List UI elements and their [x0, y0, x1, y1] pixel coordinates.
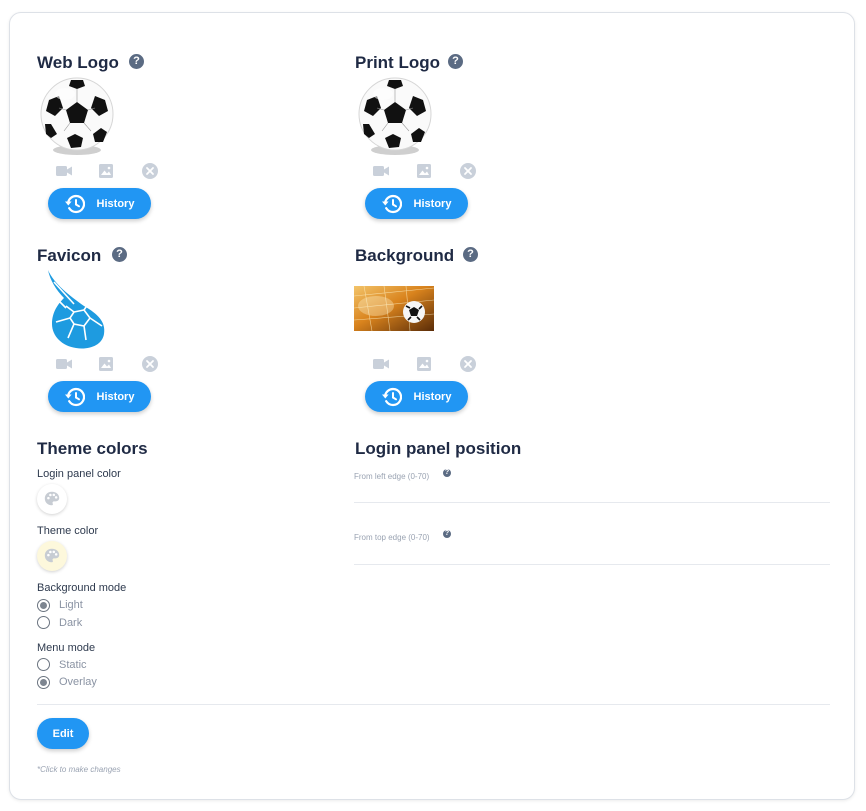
image-icon[interactable]	[99, 164, 113, 178]
video-icon[interactable]	[373, 165, 389, 177]
background-history-button[interactable]: History	[365, 381, 468, 412]
edit-hint: *Click to make changes	[37, 765, 121, 774]
history-button-label: History	[413, 390, 452, 403]
from-left-edge-label: From left edge (0-70)	[354, 472, 430, 481]
history-button-label: History	[96, 390, 135, 403]
print-logo-title: Print Logo	[355, 53, 440, 72]
help-icon[interactable]	[112, 247, 127, 262]
background-title: Background	[355, 246, 455, 265]
history-button-label: History	[413, 197, 452, 210]
history-icon	[382, 194, 402, 214]
palette-icon	[43, 490, 61, 508]
help-icon[interactable]	[448, 54, 463, 69]
background-mode-label: Background mode	[37, 582, 127, 594]
from-left-edge-underline	[354, 502, 830, 503]
menu-mode-static-radio[interactable]	[37, 658, 50, 671]
from-top-edge-label: From top edge (0-70)	[354, 533, 430, 542]
theme-colors-title: Theme colors	[37, 439, 148, 458]
from-top-edge-input[interactable]	[354, 546, 830, 562]
login-panel-color-swatch[interactable]	[37, 484, 67, 514]
favicon-history-button[interactable]: History	[48, 381, 151, 412]
background-mode-light-label: Light	[59, 599, 83, 611]
from-top-edge-underline	[354, 564, 830, 565]
web-logo-image	[37, 76, 117, 156]
video-icon[interactable]	[373, 358, 389, 370]
palette-icon	[43, 547, 61, 565]
image-icon[interactable]	[99, 357, 113, 371]
history-icon	[65, 194, 85, 214]
favicon-image	[48, 270, 105, 349]
menu-mode-overlay-label: Overlay	[59, 676, 97, 688]
menu-mode-label: Menu mode	[37, 642, 96, 654]
web-logo-history-button[interactable]: History	[48, 188, 151, 219]
theme-color-label: Theme color	[37, 525, 99, 537]
close-circle-icon[interactable]	[142, 356, 158, 372]
close-circle-icon[interactable]	[142, 163, 158, 179]
from-left-edge-input[interactable]	[354, 484, 830, 500]
background-mode-light-radio[interactable]	[37, 599, 50, 612]
login-panel-position-title: Login panel position	[355, 439, 522, 458]
print-logo-image	[355, 76, 435, 156]
theme-color-swatch[interactable]	[37, 541, 67, 571]
help-icon[interactable]	[443, 530, 451, 538]
background-mode-dark-label: Dark	[59, 617, 83, 629]
help-icon[interactable]	[443, 469, 451, 477]
video-icon[interactable]	[56, 358, 72, 370]
favicon-title: Favicon	[37, 246, 102, 265]
menu-mode-static-label: Static	[59, 659, 87, 671]
footer-divider	[37, 704, 830, 705]
help-icon[interactable]	[129, 54, 144, 69]
background-image	[354, 286, 434, 331]
history-icon	[382, 387, 402, 407]
close-circle-icon[interactable]	[460, 163, 476, 179]
history-icon	[65, 387, 85, 407]
print-logo-history-button[interactable]: History	[365, 188, 468, 219]
web-logo-title: Web Logo	[37, 53, 119, 72]
close-circle-icon[interactable]	[460, 356, 476, 372]
image-icon[interactable]	[417, 164, 431, 178]
video-icon[interactable]	[56, 165, 72, 177]
image-icon[interactable]	[417, 357, 431, 371]
login-panel-color-label: Login panel color	[37, 468, 121, 480]
history-button-label: History	[96, 197, 135, 210]
edit-button[interactable]: Edit	[37, 718, 89, 749]
background-mode-dark-radio[interactable]	[37, 616, 50, 629]
help-icon[interactable]	[463, 247, 478, 262]
menu-mode-overlay-radio[interactable]	[37, 676, 50, 689]
